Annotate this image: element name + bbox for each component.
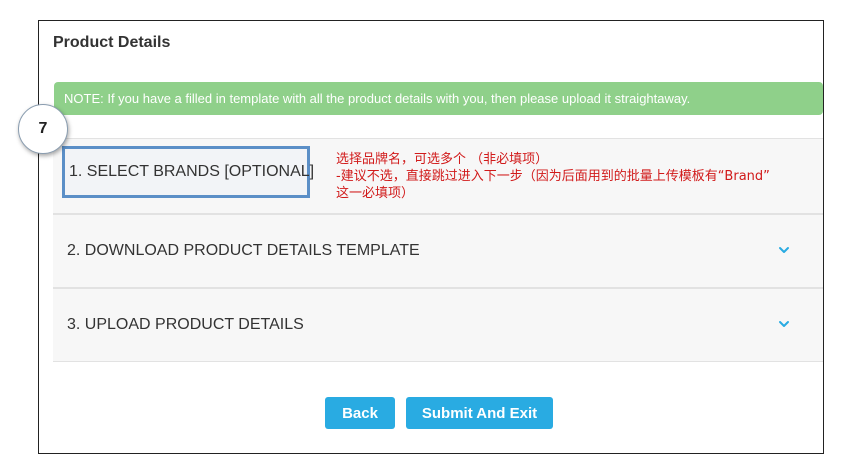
chevron-down-icon[interactable]: [777, 317, 791, 331]
annotation-line: 这一必填项）: [336, 186, 415, 201]
section-label-download-template: 2. DOWNLOAD PRODUCT DETAILS TEMPLATE: [67, 242, 420, 259]
page-title: Product Details: [53, 34, 171, 51]
back-button[interactable]: Back: [325, 397, 395, 429]
submit-and-exit-button[interactable]: Submit And Exit: [406, 397, 553, 429]
select-brands-highlight[interactable]: 1. SELECT BRANDS [OPTIONAL]: [62, 146, 314, 198]
chevron-down-icon[interactable]: [777, 243, 791, 257]
annotation-note: 选择品牌名，可选多个 （非必填项） -建议不选，直接跳过进入下一步（因为后面用到…: [336, 151, 826, 202]
section-download-template[interactable]: 2. DOWNLOAD PRODUCT DETAILS TEMPLATE: [53, 214, 823, 288]
section-upload-details[interactable]: 3. UPLOAD PRODUCT DETAILS: [53, 288, 823, 362]
annotation-line: -建议不选，直接跳过进入下一步（因为后面用到的批量上传模板有“Brand”: [336, 169, 770, 184]
annotation-line: 选择品牌名，可选多个 （非必填项）: [336, 152, 549, 167]
step-number-badge: 7: [18, 104, 68, 154]
section-label-upload-details: 3. UPLOAD PRODUCT DETAILS: [67, 316, 304, 333]
section-label-select-brands: 1. SELECT BRANDS [OPTIONAL]: [69, 163, 315, 180]
note-banner: NOTE: If you have a filled in template w…: [54, 82, 823, 115]
